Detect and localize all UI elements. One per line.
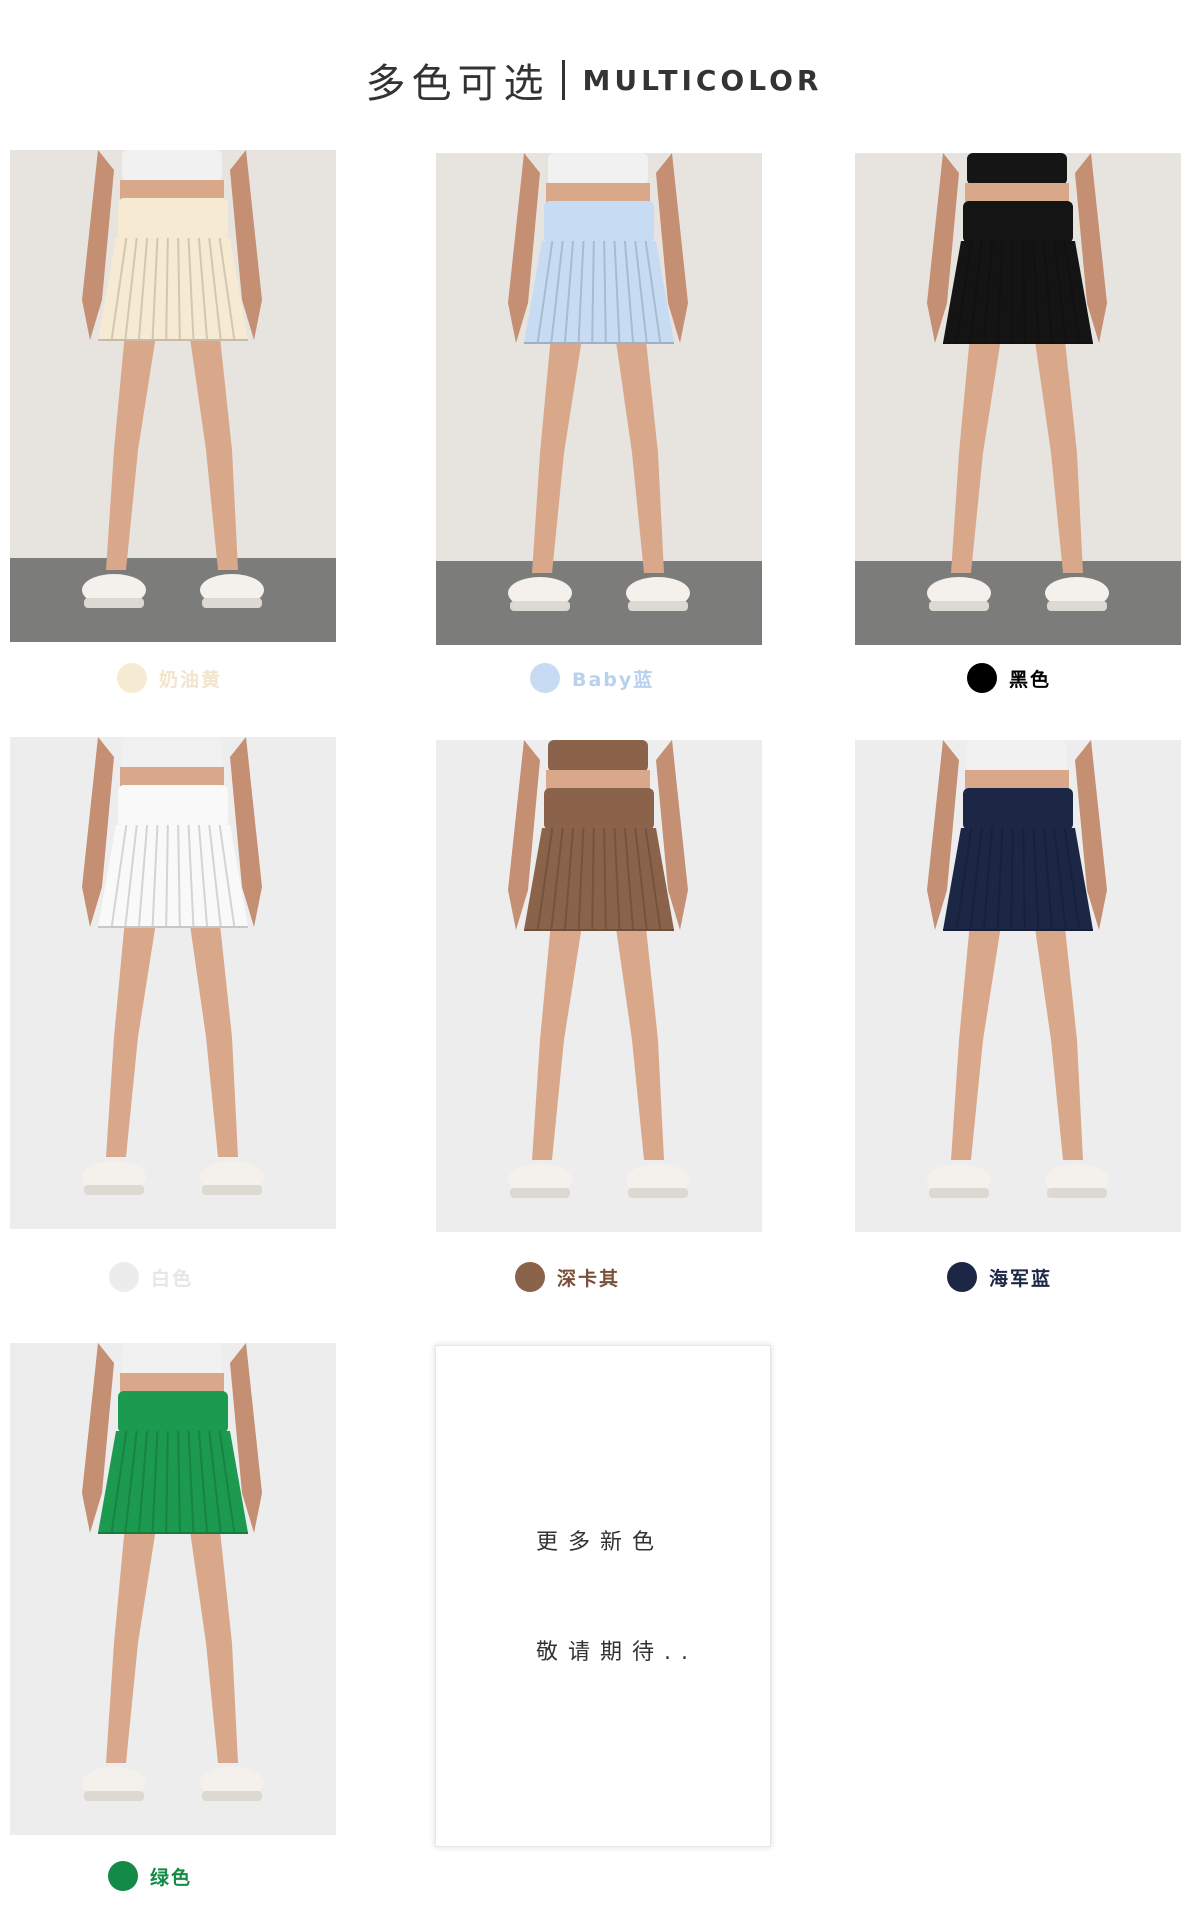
color-dot bbox=[967, 663, 997, 693]
product-card-dark-khaki[interactable] bbox=[436, 740, 762, 1232]
swatch-dark-khaki[interactable]: 深卡其 bbox=[515, 1259, 620, 1295]
color-dot bbox=[108, 1861, 138, 1891]
product-photo bbox=[855, 740, 1181, 1232]
product-photo bbox=[436, 153, 762, 645]
product-card-baby-blue[interactable] bbox=[436, 153, 762, 645]
color-label: 奶油黄 bbox=[159, 668, 223, 691]
color-dot bbox=[947, 1262, 977, 1292]
swatch-cream[interactable]: 奶油黄 bbox=[117, 660, 222, 696]
color-label: 绿色 bbox=[150, 1866, 193, 1889]
more-colors-text: 更多新色 bbox=[536, 1530, 665, 1555]
product-card-navy[interactable] bbox=[855, 740, 1181, 1232]
product-card-white[interactable] bbox=[10, 737, 336, 1229]
product-photo bbox=[10, 737, 336, 1229]
color-label: 深卡其 bbox=[557, 1267, 621, 1290]
product-photo bbox=[436, 740, 762, 1232]
title-divider bbox=[561, 60, 565, 100]
product-card-cream[interactable] bbox=[10, 150, 336, 642]
product-card-green[interactable] bbox=[10, 1343, 336, 1835]
product-photo bbox=[10, 150, 336, 642]
color-dot bbox=[515, 1262, 545, 1292]
product-photo bbox=[855, 153, 1181, 645]
color-label: Baby蓝 bbox=[572, 668, 655, 691]
color-dot bbox=[530, 663, 560, 693]
product-photo bbox=[10, 1343, 336, 1835]
color-label: 黑色 bbox=[1009, 668, 1052, 691]
color-dot bbox=[109, 1262, 139, 1292]
swatch-navy[interactable]: 海军蓝 bbox=[947, 1259, 1052, 1295]
more-colors-card: 更多新色 敬请期待.. bbox=[435, 1345, 771, 1847]
swatch-black[interactable]: 黑色 bbox=[967, 660, 1051, 696]
color-label: 海军蓝 bbox=[989, 1267, 1053, 1290]
swatch-white[interactable]: 白色 bbox=[109, 1259, 193, 1295]
title-english: MULTICOLOR bbox=[582, 63, 823, 97]
swatch-green[interactable]: 绿色 bbox=[108, 1858, 192, 1894]
product-card-black[interactable] bbox=[855, 153, 1181, 645]
coming-soon-text: 敬请期待.. bbox=[536, 1640, 698, 1665]
swatch-baby-blue[interactable]: Baby蓝 bbox=[530, 660, 654, 696]
color-dot bbox=[117, 663, 147, 693]
color-label: 白色 bbox=[151, 1267, 194, 1290]
page-header: 多色可选 MULTICOLOR bbox=[0, 50, 1188, 110]
title-chinese: 多色可选 bbox=[365, 61, 550, 107]
